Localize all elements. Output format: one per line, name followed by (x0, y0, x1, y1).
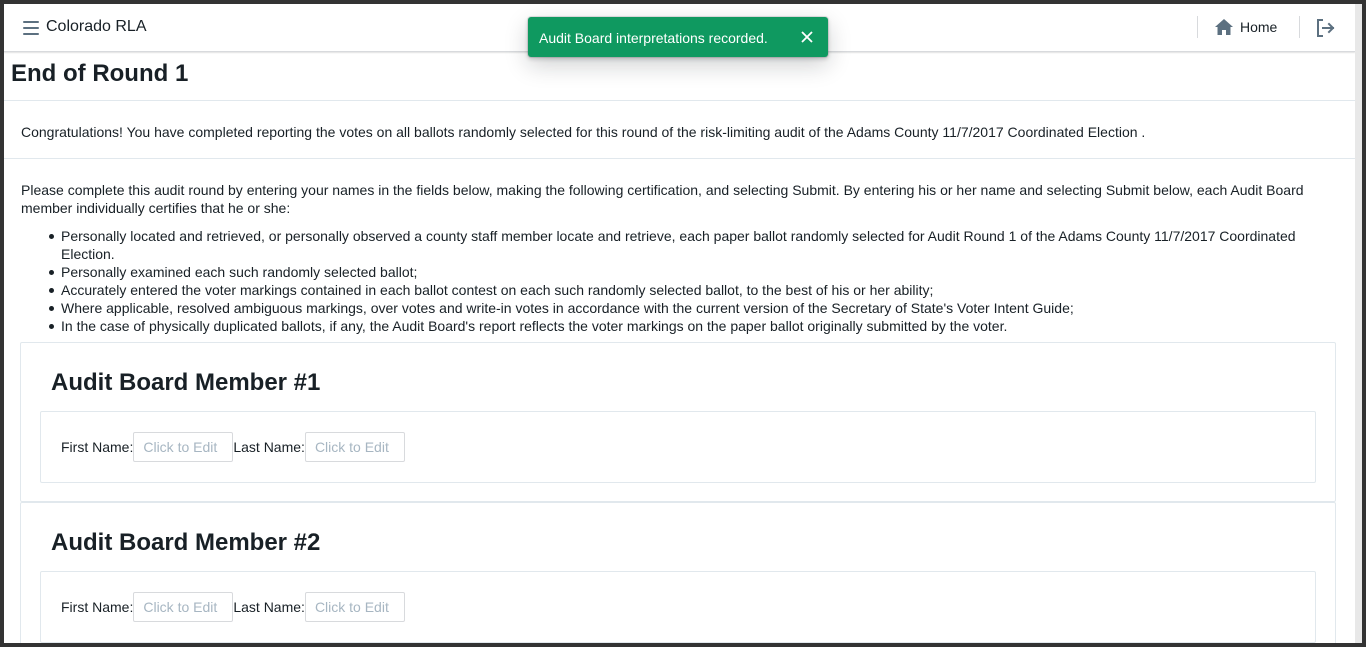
last-name-field[interactable]: Click to Edit (304, 592, 405, 622)
app-title: Colorado RLA (46, 18, 147, 35)
home-button[interactable]: Home (1214, 16, 1277, 38)
navbar-divider (1299, 16, 1300, 38)
section-divider (4, 100, 1355, 101)
list-item: Where applicable, resolved ambiguous mar… (41, 299, 1331, 317)
last-name-label: Last Name: (233, 439, 305, 455)
member-title: Audit Board Member #1 (51, 369, 321, 396)
first-name-field[interactable]: Click to Edit (133, 432, 234, 462)
page-title: End of Round 1 (11, 60, 189, 87)
list-item: In the case of physically duplicated bal… (41, 317, 1331, 335)
house-icon (1215, 19, 1233, 35)
certification-list: Personally located and retrieved, or per… (41, 227, 1331, 335)
success-toast: Audit Board interpretations recorded. (528, 17, 828, 57)
home-label: Home (1240, 19, 1278, 35)
last-name-label: Last Name: (233, 599, 305, 615)
list-item: Personally examined each such randomly s… (41, 263, 1331, 281)
list-item: Personally located and retrieved, or per… (41, 227, 1331, 263)
member-name-card: First Name: Click to Edit Last Name: Cli… (40, 411, 1316, 483)
first-name-label: First Name: (61, 599, 134, 615)
congratulations-text: Congratulations! You have completed repo… (21, 124, 1146, 140)
audit-board-member-1-card: Audit Board Member #1 First Name: Click … (20, 342, 1336, 502)
first-name-field[interactable]: Click to Edit (133, 592, 234, 622)
instructions-text: Please complete this audit round by ente… (21, 182, 1304, 216)
page-scrollbar[interactable] (1355, 4, 1362, 643)
list-item: Accurately entered the voter markings co… (41, 281, 1331, 299)
name-field-row: First Name: Click to Edit Last Name: Cli… (61, 592, 405, 622)
hamburger-menu-icon[interactable] (21, 18, 41, 38)
close-icon[interactable] (800, 30, 814, 44)
first-name-label: First Name: (61, 439, 134, 455)
name-field-row: First Name: Click to Edit Last Name: Cli… (61, 432, 405, 462)
last-name-field[interactable]: Click to Edit (304, 432, 405, 462)
app-window: Colorado RLA Home Audit Board interpreta… (4, 4, 1355, 643)
member-name-card: First Name: Click to Edit Last Name: Cli… (40, 571, 1316, 643)
member-title: Audit Board Member #2 (51, 529, 321, 556)
log-out-icon (1317, 19, 1335, 37)
audit-board-member-2-card: Audit Board Member #2 First Name: Click … (20, 502, 1336, 643)
toast-message: Audit Board interpretations recorded. (539, 30, 768, 46)
log-out-button[interactable] (1315, 18, 1335, 38)
navbar-divider (1197, 16, 1198, 38)
section-divider (4, 158, 1355, 159)
